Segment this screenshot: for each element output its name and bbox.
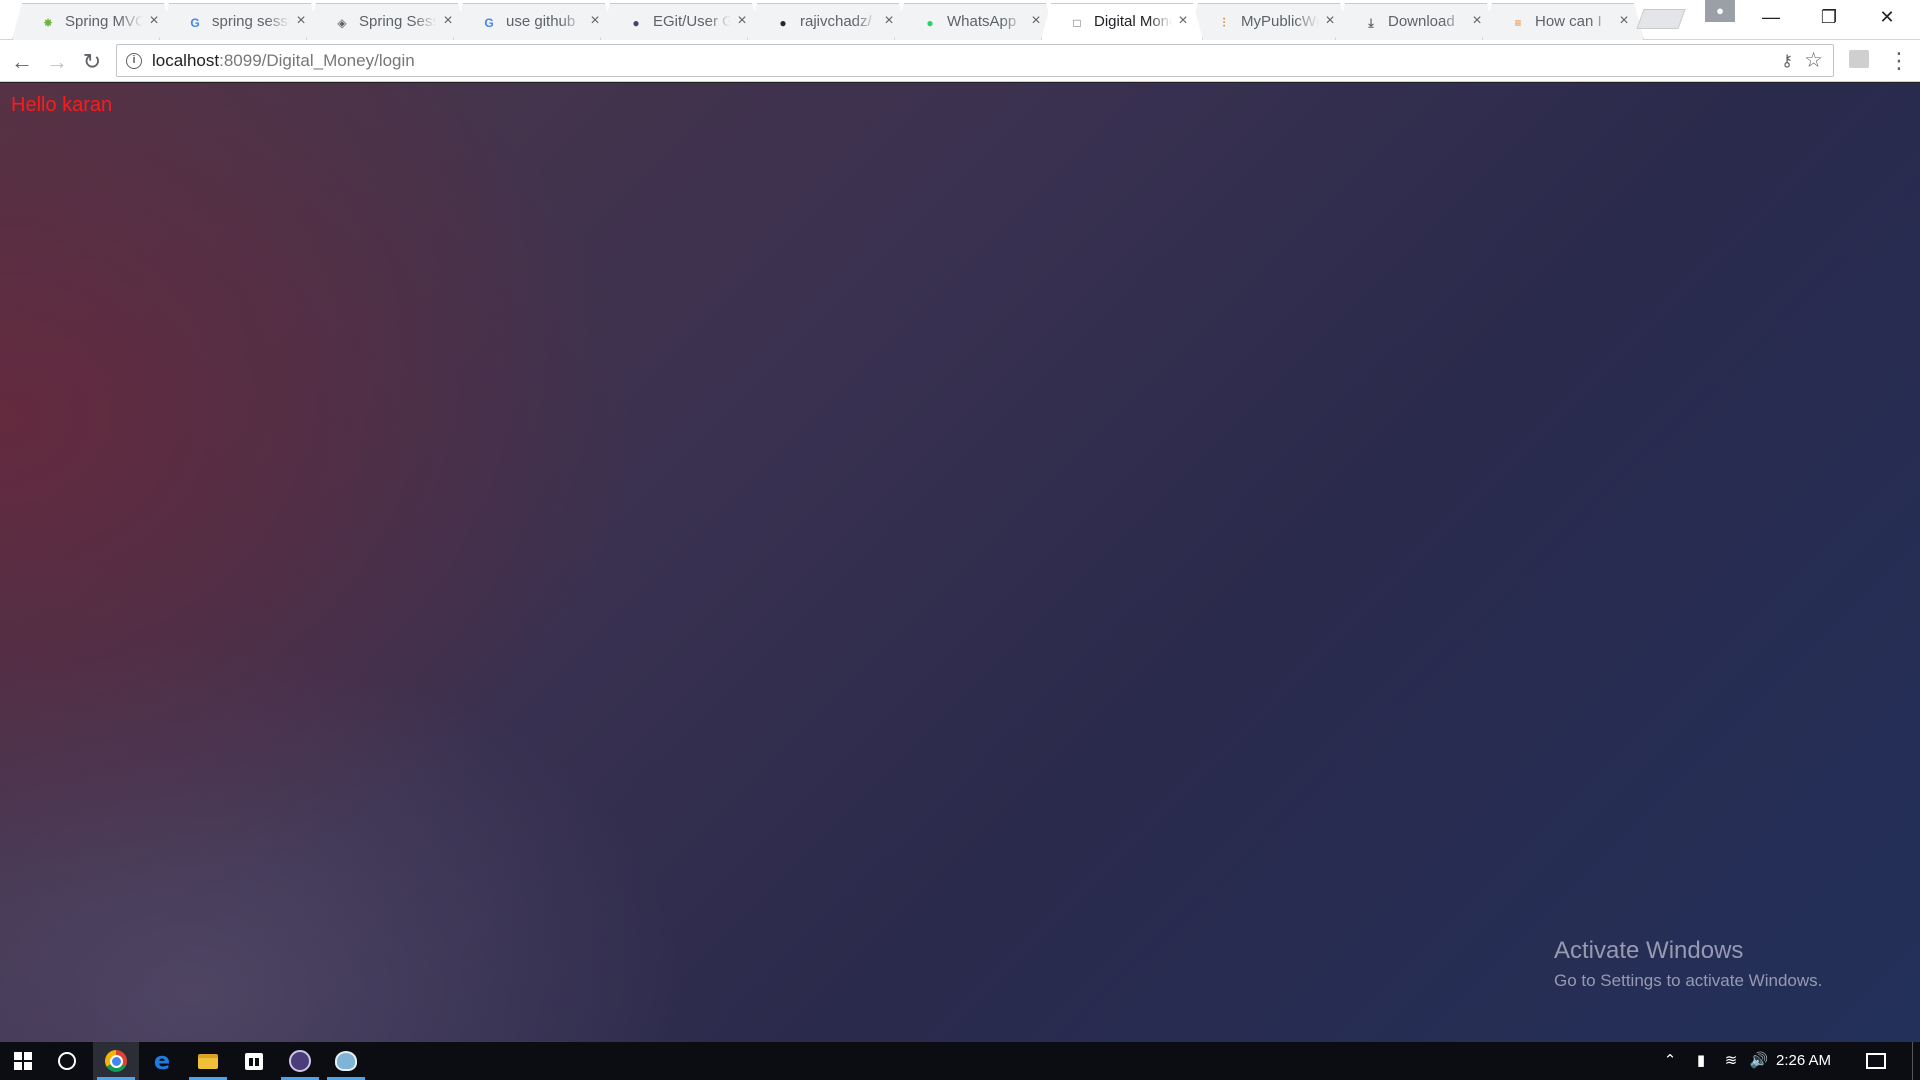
- tab-title: EGit/User Guide: [653, 13, 719, 30]
- browser-tab[interactable]: ◈ Spring Session ×: [306, 3, 468, 40]
- tray-overflow-icon[interactable]: ⌃: [1658, 1042, 1682, 1080]
- greeting-text: Hello karan: [11, 94, 113, 116]
- site-info-icon[interactable]: i: [126, 53, 142, 69]
- minimize-icon[interactable]: —: [1742, 0, 1800, 34]
- spring-session-icon: ◈: [337, 16, 347, 30]
- browser-tab[interactable]: ✸ Spring MVC ×: [12, 3, 174, 40]
- app-icon: [335, 1051, 357, 1071]
- close-window-icon[interactable]: ✕: [1858, 0, 1916, 34]
- taskbar-clock[interactable]: 2:26 AM: [1776, 1042, 1831, 1080]
- tab-close-icon[interactable]: ×: [1174, 12, 1192, 30]
- show-desktop-button[interactable]: [1912, 1042, 1920, 1080]
- edge-icon: e: [153, 1047, 171, 1075]
- reload-icon[interactable]: ↻: [78, 48, 106, 76]
- restore-icon[interactable]: ❐: [1800, 0, 1858, 34]
- wifi-icon: ⫶: [1222, 15, 1226, 30]
- volume-icon[interactable]: 🔊: [1746, 1042, 1772, 1080]
- download-icon: ⤓: [1368, 15, 1374, 30]
- taskbar-app[interactable]: [323, 1042, 369, 1080]
- tab-title: How can I: [1535, 13, 1602, 30]
- activate-subtext: Go to Settings to activate Windows.: [1554, 971, 1823, 990]
- profile-icon[interactable]: ●: [1705, 0, 1735, 22]
- tab-close-icon[interactable]: ×: [586, 12, 604, 30]
- folder-icon: [198, 1053, 218, 1069]
- browser-tab[interactable]: ● EGit/User Guide ×: [600, 3, 762, 40]
- chrome-menu-icon[interactable]: ⋮: [1888, 46, 1910, 76]
- tab-strip: ✸Spring MVC×Gspring session×◈Spring Sess…: [0, 0, 1920, 40]
- tab-title: MyPublicWiFi: [1241, 13, 1317, 30]
- windows-taskbar: e ⌃ ▮ ≋ 🔊 2:26 AM: [0, 1042, 1920, 1080]
- whatsapp-icon: ●: [926, 16, 934, 30]
- battery-icon[interactable]: ▮: [1688, 1042, 1714, 1080]
- windows-logo-icon: [14, 1052, 32, 1070]
- taskbar-chrome[interactable]: [93, 1042, 139, 1080]
- action-center-icon[interactable]: [1866, 1053, 1886, 1069]
- tab-title: WhatsApp: [947, 13, 1017, 30]
- tab-title: Spring MVC: [65, 13, 143, 30]
- back-icon[interactable]: ←: [8, 48, 36, 76]
- browser-tab[interactable]: □ Digital Money×: [1041, 3, 1203, 40]
- taskbar-edge[interactable]: e: [139, 1042, 185, 1080]
- tab-close-icon[interactable]: ×: [1027, 12, 1045, 30]
- store-icon: [245, 1052, 263, 1070]
- browser-tab[interactable]: Gspring session×: [159, 3, 321, 40]
- page-viewport: Hello karan Activate Windows Go to Setti…: [0, 83, 1920, 1042]
- tab-title: Digital Money: [1094, 13, 1170, 30]
- start-button[interactable]: [0, 1042, 46, 1080]
- forward-icon[interactable]: →: [43, 48, 71, 76]
- tab-title: spring session: [212, 13, 288, 30]
- tab-title: Download: [1388, 13, 1455, 30]
- stackoverflow-icon: ≡: [1514, 16, 1522, 30]
- tab-close-icon[interactable]: ×: [1615, 12, 1633, 30]
- eclipse-icon: [289, 1050, 311, 1072]
- tab-close-icon[interactable]: ×: [880, 12, 898, 30]
- tab-title: Spring Session: [359, 13, 433, 30]
- tab-close-icon[interactable]: ×: [292, 12, 310, 30]
- github-icon: ●: [779, 16, 787, 30]
- taskbar-store[interactable]: [231, 1042, 277, 1080]
- tab-close-icon[interactable]: ×: [439, 12, 457, 30]
- browser-tab[interactable]: Guse github ×: [453, 3, 615, 40]
- browser-toolbar: ← → ↻ i localhost:8099/Digital_Money/log…: [0, 40, 1920, 82]
- cortana-button[interactable]: [44, 1042, 90, 1080]
- chrome-icon: [105, 1050, 127, 1072]
- browser-tab[interactable]: ≡ How can I ×: [1482, 3, 1644, 40]
- key-icon[interactable]: ⚷: [1781, 51, 1793, 71]
- browser-tab[interactable]: ⤓ Download ×: [1335, 3, 1497, 40]
- url-path: :8099/Digital_Money/login: [219, 51, 415, 70]
- url-text[interactable]: localhost:8099/Digital_Money/login: [152, 51, 415, 71]
- taskbar-file-explorer[interactable]: [185, 1042, 231, 1080]
- cortana-icon: [58, 1052, 76, 1070]
- wifi-icon[interactable]: ≋: [1718, 1042, 1744, 1080]
- eclipse-icon: ●: [632, 16, 640, 30]
- browser-tab[interactable]: ● rajivchadz/ ×: [747, 3, 909, 40]
- page-icon: □: [1073, 16, 1081, 30]
- tab-close-icon[interactable]: ×: [733, 12, 751, 30]
- tab-title: use github: [506, 13, 576, 30]
- tab-close-icon[interactable]: ×: [145, 12, 163, 30]
- new-tab-button[interactable]: [1636, 9, 1686, 29]
- browser-tab[interactable]: ● WhatsApp ×: [894, 3, 1056, 40]
- spring-icon: ✸: [42, 16, 54, 30]
- google-icon: G: [190, 16, 200, 30]
- browser-tab[interactable]: ⫶ MyPublicWiFi×: [1188, 3, 1350, 40]
- google-icon: G: [484, 16, 494, 30]
- tab-close-icon[interactable]: ×: [1468, 12, 1486, 30]
- url-host: localhost: [152, 51, 220, 70]
- tab-close-icon[interactable]: ×: [1321, 12, 1339, 30]
- address-bar[interactable]: i localhost:8099/Digital_Money/login ⚷ ☆: [116, 44, 1834, 77]
- taskbar-eclipse[interactable]: [277, 1042, 323, 1080]
- extension-icon[interactable]: [1849, 50, 1869, 68]
- activate-windows-watermark: Activate Windows Go to Settings to activ…: [1554, 937, 1822, 991]
- activate-heading: Activate Windows: [1554, 937, 1744, 964]
- tab-title: rajivchadz/: [800, 13, 872, 30]
- bookmark-star-icon[interactable]: ☆: [1804, 48, 1823, 73]
